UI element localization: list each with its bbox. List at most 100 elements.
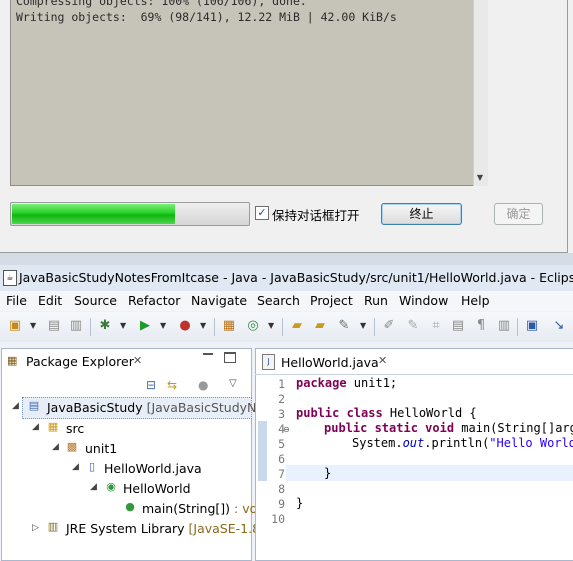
- eclipse-app-icon: ☕: [3, 270, 17, 286]
- tree-item-class[interactable]: HelloWorld: [123, 481, 191, 496]
- menu-run[interactable]: Run: [364, 293, 388, 308]
- console-line: Compressing objects: 100% (106/106), don…: [16, 0, 307, 8]
- expand-arrow-icon[interactable]: ◢: [12, 401, 19, 411]
- code-line[interactable]: public static void main(String[]args: [324, 421, 573, 435]
- jre-label[interactable]: JRE System Library: [66, 521, 185, 536]
- save-all-icon[interactable]: ▥: [68, 318, 84, 334]
- console-icon[interactable]: ▣: [524, 318, 540, 334]
- line-number: 7: [278, 467, 285, 481]
- toolbar-separator: [90, 318, 91, 336]
- line-number: 6: [278, 452, 285, 466]
- progress-bar-fill: [12, 204, 175, 224]
- keyword: package: [296, 376, 347, 390]
- collapse-arrow-icon[interactable]: ▷: [32, 523, 39, 533]
- class-icon: ◉: [106, 480, 116, 493]
- tree-item-src[interactable]: src: [66, 421, 84, 436]
- run-icon[interactable]: ▶: [137, 318, 153, 334]
- code-text: System.: [352, 436, 403, 450]
- search-icon[interactable]: ✎: [336, 318, 352, 334]
- close-icon[interactable]: ✕: [133, 354, 142, 367]
- new-java-project-icon[interactable]: ▦: [221, 318, 237, 334]
- debug-dropdown-icon[interactable]: ▼: [120, 318, 126, 334]
- tree-item-method[interactable]: main(String[]) : voi: [142, 501, 261, 516]
- open-type-icon[interactable]: ▰: [289, 318, 305, 334]
- java-file-icon: J: [262, 354, 275, 370]
- block-selection-icon[interactable]: ⌗: [428, 318, 444, 334]
- tree-item-file[interactable]: HelloWorld.java: [104, 461, 202, 476]
- minimize-icon[interactable]: [203, 353, 213, 355]
- expand-arrow-icon[interactable]: ◢: [52, 442, 59, 452]
- menu-source[interactable]: Source: [74, 293, 117, 308]
- close-icon[interactable]: ✕: [378, 354, 387, 367]
- new-dropdown-icon[interactable]: ▼: [30, 318, 36, 334]
- scroll-down-arrow-icon[interactable]: ▼: [474, 172, 486, 184]
- package-explorer-icon: ▦: [7, 354, 18, 367]
- console-line: Writing objects: 69% (98/141), 12.22 MiB…: [16, 10, 397, 24]
- tree-item-package[interactable]: unit1: [85, 441, 117, 456]
- keyword: public static void: [324, 421, 455, 435]
- search-dropdown-icon[interactable]: ▼: [360, 318, 366, 334]
- focus-icon[interactable]: ●: [198, 378, 208, 392]
- edit-icon[interactable]: ✎: [405, 318, 421, 334]
- method-icon: ●: [125, 500, 135, 513]
- external-tools-icon[interactable]: ●: [177, 318, 193, 334]
- menu-window[interactable]: Window: [399, 293, 448, 308]
- save-icon[interactable]: ▤: [46, 318, 62, 334]
- keyword: public class: [296, 406, 383, 420]
- method-signature[interactable]: main(String[]): [142, 501, 230, 516]
- open-folder-icon[interactable]: ▰: [312, 318, 328, 334]
- ok-button[interactable]: 确定: [494, 203, 543, 225]
- static-field: out: [402, 436, 425, 450]
- tree-item-jre[interactable]: JRE System Library [JavaSE-1.8]: [66, 521, 265, 536]
- new-icon[interactable]: ▣: [7, 318, 23, 334]
- toolbar-separator: [214, 318, 215, 336]
- menu-help[interactable]: Help: [461, 293, 490, 308]
- toolbar-separator: [374, 318, 375, 336]
- java-project-icon: ▤: [28, 399, 40, 412]
- menu-file[interactable]: File: [6, 293, 27, 308]
- library-icon: ▥: [47, 520, 59, 533]
- maximize-icon[interactable]: [224, 352, 236, 363]
- line-number: 2: [278, 392, 285, 406]
- toolbar-separator: [282, 318, 283, 336]
- code-line[interactable]: }: [324, 466, 331, 480]
- debug-icon[interactable]: ✱: [97, 318, 113, 334]
- code-text: HelloWorld {: [382, 406, 477, 420]
- editor-tab-title[interactable]: HelloWorld.java: [281, 355, 379, 370]
- code-text: .println(: [424, 436, 490, 450]
- external-tools-dropdown-icon[interactable]: ▼: [200, 318, 206, 334]
- menu-navigate[interactable]: Navigate: [191, 293, 247, 308]
- code-line[interactable]: package unit1;: [296, 376, 397, 390]
- line-number: 4: [278, 422, 285, 436]
- code-line[interactable]: public class HelloWorld {: [296, 406, 477, 420]
- new-class-dropdown-icon[interactable]: ▼: [268, 318, 274, 334]
- show-whitespace-icon[interactable]: ¶: [473, 318, 489, 334]
- word-wrap-icon[interactable]: ▤: [450, 318, 466, 334]
- stop-button[interactable]: 终止: [381, 203, 462, 225]
- expand-arrow-icon[interactable]: ◢: [72, 462, 79, 472]
- collapse-all-icon[interactable]: ⊟: [146, 378, 156, 392]
- run-dropdown-icon[interactable]: ▼: [160, 318, 166, 334]
- show-whitespace-alt-icon[interactable]: ▥: [496, 318, 512, 334]
- menu-project[interactable]: Project: [310, 293, 353, 308]
- keep-dialog-open-label[interactable]: 保持对话框打开: [272, 205, 360, 224]
- project-name[interactable]: JavaBasicStudy: [47, 400, 143, 415]
- menu-edit[interactable]: Edit: [38, 293, 62, 308]
- keep-dialog-open-checkbox[interactable]: ✓: [255, 206, 269, 220]
- package-icon: ▩: [66, 440, 78, 453]
- view-menu-icon[interactable]: ▽: [229, 378, 237, 389]
- menu-search[interactable]: Search: [257, 293, 300, 308]
- code-line[interactable]: }: [296, 496, 303, 510]
- code-line[interactable]: System.out.println("Hello World!: [352, 436, 573, 450]
- expand-arrow-icon[interactable]: ◢: [90, 482, 97, 492]
- package-explorer-title[interactable]: Package Explorer: [26, 354, 134, 369]
- menu-refactor[interactable]: Refactor: [128, 293, 180, 308]
- console-scrollbar[interactable]: [473, 0, 488, 186]
- line-number: 3: [278, 407, 285, 421]
- new-java-class-icon[interactable]: ◎: [245, 318, 261, 334]
- pin-icon[interactable]: ↘: [551, 318, 567, 334]
- expand-arrow-icon[interactable]: ◢: [32, 422, 39, 432]
- toggle-mark-icon[interactable]: ✐: [381, 318, 397, 334]
- tree-item-project[interactable]: JavaBasicStudy [JavaBasicStudyNot: [47, 400, 269, 415]
- link-with-editor-icon[interactable]: ⇆: [167, 378, 177, 392]
